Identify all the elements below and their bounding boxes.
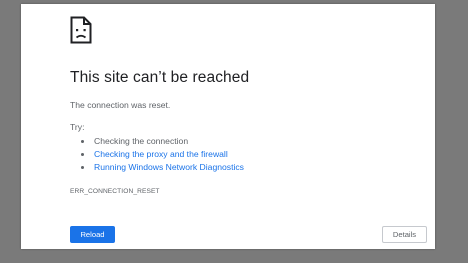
error-message: The connection was reset.: [70, 100, 171, 110]
error-code: ERR_CONNECTION_RESET: [70, 188, 160, 195]
page-title: This site can’t be reached: [70, 69, 250, 86]
suggestion-check-proxy-link[interactable]: Checking the proxy and the firewall: [94, 149, 228, 159]
sad-page-icon: [70, 16, 92, 44]
try-label: Try:: [70, 122, 85, 132]
suggestion-check-connection: Checking the connection: [94, 136, 189, 146]
suggestion-list: Checking the connection Checking the pro…: [79, 135, 244, 174]
suggestion-network-diagnostics-link[interactable]: Running Windows Network Diagnostics: [94, 162, 244, 172]
suggestion-item: Checking the proxy and the firewall: [79, 148, 244, 161]
error-page: This site can’t be reached The connectio…: [21, 4, 435, 249]
details-button[interactable]: Details: [382, 226, 427, 243]
suggestion-item: Checking the connection: [79, 135, 244, 148]
reload-button[interactable]: Reload: [70, 226, 115, 243]
suggestion-item: Running Windows Network Diagnostics: [79, 161, 244, 174]
